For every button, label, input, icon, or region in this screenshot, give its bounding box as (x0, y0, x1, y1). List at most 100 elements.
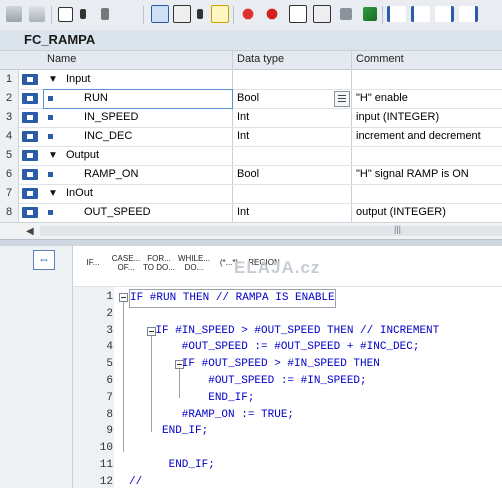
column-header-name[interactable]: Name (47, 53, 76, 65)
table-row[interactable]: 6 RAMP_ON Bool "H" signal RAMP is ON (0, 165, 502, 185)
row-number[interactable]: 7 (0, 184, 19, 203)
parameter-datatype[interactable]: Int (237, 127, 249, 146)
line-number: 12 (99, 475, 113, 488)
interface-section-icon (22, 207, 38, 218)
parameter-name[interactable]: IN_SPEED (84, 108, 138, 127)
code-line[interactable]: 3 IF #IN_SPEED > #OUT_SPEED THEN // INCR… (73, 323, 502, 340)
code-text[interactable]: IF #OUT_SPEED > #IN_SPEED THEN (129, 356, 380, 373)
comment-icon[interactable] (434, 4, 454, 24)
code-line[interactable]: 11 END_IF; (73, 457, 502, 474)
row-number[interactable]: 5 (0, 146, 19, 165)
row-number[interactable]: 8 (0, 203, 19, 222)
code-text[interactable]: END_IF; (129, 390, 254, 407)
interface-section-icon (22, 74, 38, 85)
add-row-icon[interactable] (73, 4, 93, 24)
delete-network-icon[interactable] (27, 4, 47, 24)
expand-arrow-icon[interactable]: ▼ (48, 146, 58, 165)
for-button[interactable]: FOR... TO DO... (143, 254, 175, 282)
code-text[interactable]: END_IF; (129, 457, 215, 474)
code-text[interactable]: // (129, 474, 142, 491)
table-horizontal-scrollbar[interactable]: ◀ ||| (0, 222, 502, 239)
code-text[interactable]: END_IF; (129, 423, 208, 440)
parameter-comment[interactable]: input (INTEGER) (356, 108, 439, 127)
go-to-icon[interactable] (288, 4, 308, 24)
parameter-datatype[interactable]: Bool (237, 89, 259, 108)
interface-section-icon (22, 131, 38, 142)
insert-row-icon[interactable] (55, 4, 75, 24)
indent-icon[interactable] (386, 4, 406, 24)
code-text[interactable]: #OUT_SPEED := #OUT_SPEED + #INC_DEC; (129, 339, 420, 356)
table-row[interactable]: 8 OUT_SPEED Int output (INTEGER) (0, 203, 502, 223)
column-header-datatype[interactable]: Data type (237, 53, 284, 65)
line-number: 8 (106, 408, 113, 421)
parameter-name[interactable]: RAMP_ON (84, 165, 138, 184)
parameter-name[interactable]: INC_DEC (84, 127, 132, 146)
scl-code-editor[interactable]: 1 IF #RUN THEN // RAMPA IS ENABLE 2 3 IF #I… (73, 287, 502, 488)
parameter-datatype[interactable]: Bool (237, 165, 259, 184)
code-text[interactable]: #OUT_SPEED := #IN_SPEED; (129, 373, 366, 390)
uncomment-icon[interactable] (458, 4, 478, 24)
code-line[interactable]: 9 END_IF; (73, 423, 502, 440)
code-line[interactable]: 5 IF #OUT_SPEED > #IN_SPEED THEN (73, 356, 502, 373)
parameter-comment[interactable]: "H" enable (356, 89, 408, 108)
delete-row-icon[interactable] (95, 4, 115, 24)
row-number[interactable]: 1 (0, 70, 19, 89)
code-line[interactable]: 10 (73, 440, 502, 457)
breakpoint-icon[interactable] (238, 4, 258, 24)
case-button[interactable]: CASE... OF... (111, 254, 141, 282)
code-line[interactable]: 1 IF #RUN THEN // RAMPA IS ENABLE (73, 289, 502, 308)
datatype-select-icon[interactable] (334, 91, 350, 107)
row-number[interactable]: 2 (0, 89, 19, 108)
parameter-name[interactable]: OUT_SPEED (84, 203, 151, 222)
code-line[interactable]: 8 #RAMP_ON := TRUE; (73, 407, 502, 424)
parameter-name[interactable]: RUN (84, 89, 108, 108)
scroll-left-icon[interactable]: ◀ (26, 226, 34, 237)
parameter-datatype[interactable]: Int (237, 203, 249, 222)
row-number[interactable]: 6 (0, 165, 19, 184)
view-tree-icon[interactable] (190, 4, 210, 24)
step-icon[interactable] (336, 4, 356, 24)
section-name[interactable]: Input (66, 70, 90, 89)
swap-view-button[interactable] (33, 250, 55, 270)
pane-splitter[interactable] (0, 239, 502, 246)
code-line[interactable]: 12 // (73, 474, 502, 491)
code-text[interactable]: #RAMP_ON := TRUE; (129, 407, 294, 424)
toolbar-separator (143, 6, 144, 24)
table-row[interactable]: 5 ▼ Output (0, 146, 502, 166)
table-row[interactable]: 4 INC_DEC Int increment and decrement (0, 127, 502, 147)
while-button[interactable]: WHILE... DO... (177, 254, 211, 282)
expand-arrow-icon[interactable]: ▼ (48, 184, 58, 203)
table-row[interactable]: 2 RUN Bool "H" enable (0, 89, 502, 109)
if-button[interactable]: IF... (81, 258, 105, 286)
column-header-comment[interactable]: Comment (356, 53, 404, 65)
parameter-comment[interactable]: "H" signal RAMP is ON (356, 165, 469, 184)
expand-arrow-icon[interactable]: ▼ (48, 70, 58, 89)
monitoring-icon[interactable] (150, 4, 170, 24)
parameter-datatype[interactable]: Int (237, 108, 249, 127)
parameter-comment[interactable]: output (INTEGER) (356, 203, 446, 222)
section-name[interactable]: Output (66, 146, 99, 165)
row-number[interactable]: 4 (0, 127, 19, 146)
code-text[interactable]: IF #IN_SPEED > #OUT_SPEED THEN // INCREM… (129, 323, 439, 340)
code-line[interactable]: 6 #OUT_SPEED := #IN_SPEED; (73, 373, 502, 390)
code-line[interactable]: 7 END_IF; (73, 390, 502, 407)
scrollbar-thumb[interactable] (40, 226, 502, 236)
table-row[interactable]: 1 ▼ Input (0, 70, 502, 90)
line-number: 10 (99, 442, 113, 455)
clear-breakpoints-icon[interactable] (262, 4, 282, 24)
code-line[interactable]: 4 #OUT_SPEED := #OUT_SPEED + #INC_DEC; (73, 339, 502, 356)
fold-toggle-icon[interactable] (119, 293, 128, 302)
compile-icon[interactable] (360, 4, 380, 24)
view-list-icon[interactable] (172, 4, 192, 24)
run-icon[interactable] (312, 4, 332, 24)
insert-network-icon[interactable] (4, 4, 24, 24)
outdent-icon[interactable] (410, 4, 430, 24)
row-number[interactable]: 3 (0, 108, 19, 127)
code-line[interactable]: 2 (73, 306, 502, 323)
name-edit-field[interactable] (43, 89, 233, 109)
table-row[interactable]: 3 IN_SPEED Int input (INTEGER) (0, 108, 502, 128)
parameter-comment[interactable]: increment and decrement (356, 127, 481, 146)
table-row[interactable]: 7 ▼ InOut (0, 184, 502, 204)
download-icon[interactable] (210, 4, 230, 24)
section-name[interactable]: InOut (66, 184, 93, 203)
